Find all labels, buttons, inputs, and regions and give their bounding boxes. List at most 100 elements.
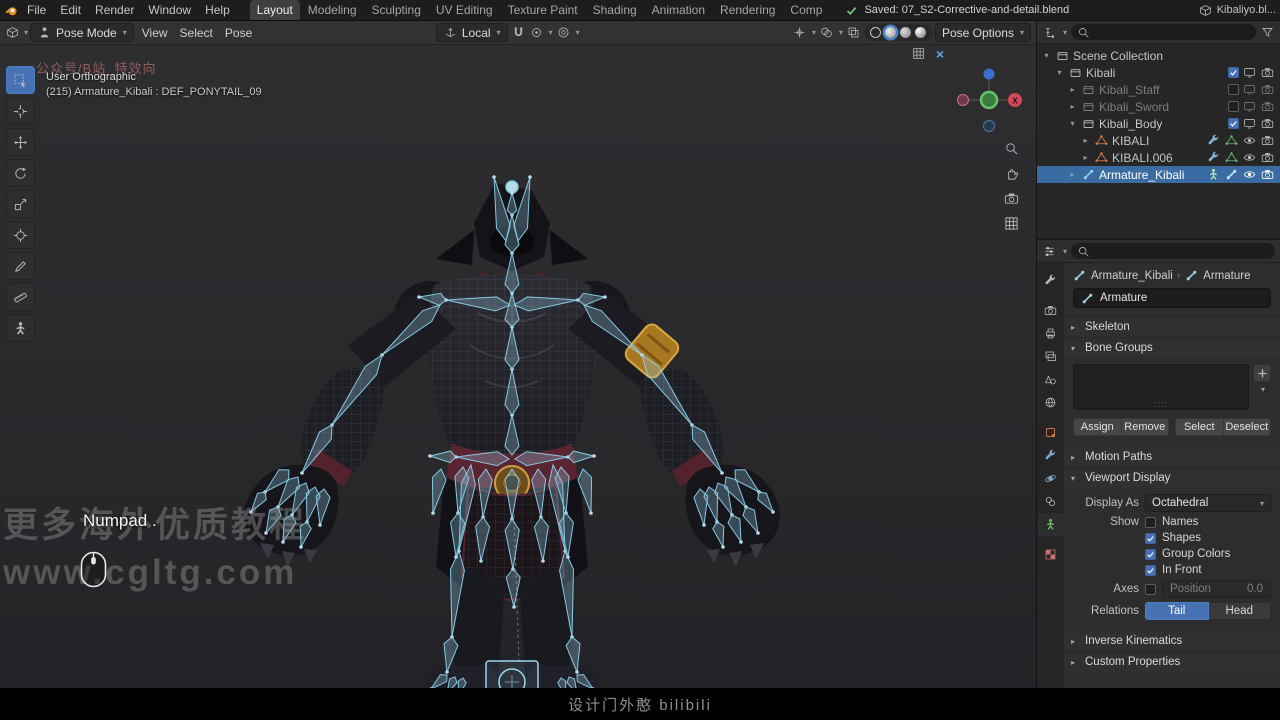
rotate-button[interactable] bbox=[6, 159, 35, 187]
outliner-row-kibali[interactable]: ▸ KIBALI bbox=[1037, 132, 1280, 149]
camera-icon[interactable] bbox=[1260, 99, 1275, 114]
outliner-editor-icon[interactable] bbox=[1042, 25, 1057, 40]
transform-button[interactable] bbox=[6, 221, 35, 249]
menu-help[interactable]: Help bbox=[198, 0, 237, 21]
properties-tab-object[interactable] bbox=[1038, 421, 1064, 444]
exclude-checkbox[interactable] bbox=[1228, 67, 1239, 78]
expand-arrow-icon[interactable]: ▸ bbox=[1067, 85, 1078, 94]
caret-down-icon[interactable]: ▾ bbox=[549, 28, 553, 37]
show-gizmo-icon[interactable] bbox=[792, 25, 807, 40]
specials-menu-icon[interactable]: ▾ bbox=[1261, 385, 1265, 394]
pose-options-dropdown[interactable]: Pose Options ▾ bbox=[934, 23, 1031, 42]
camera-icon[interactable] bbox=[1260, 150, 1275, 165]
caret-down-icon[interactable]: ▾ bbox=[812, 28, 816, 37]
editor-type-icon[interactable] bbox=[5, 25, 20, 40]
panel-inverse-kinematics[interactable]: ▸ Inverse Kinematics bbox=[1064, 630, 1280, 651]
workspace-tab-animation[interactable]: Animation bbox=[645, 0, 712, 20]
cursor-tool-button[interactable] bbox=[6, 97, 35, 125]
collapse-arrow-icon[interactable]: ▾ bbox=[1041, 51, 1052, 60]
expand-arrow-icon[interactable]: ▸ bbox=[1080, 153, 1091, 162]
outliner-row-kibali-sword[interactable]: ▸ Kibali_Sword bbox=[1037, 98, 1280, 115]
select-button[interactable]: Select bbox=[1175, 418, 1224, 436]
proportional-edit-icon[interactable] bbox=[556, 25, 571, 40]
screen-icon[interactable] bbox=[1242, 65, 1257, 80]
eye-icon[interactable] bbox=[1242, 167, 1257, 182]
wireframe-shading-icon[interactable] bbox=[869, 27, 881, 38]
group-colors-checkbox[interactable] bbox=[1145, 548, 1156, 560]
camera-icon[interactable] bbox=[1260, 65, 1275, 80]
collapse-arrow-icon[interactable]: ▾ bbox=[1054, 68, 1065, 77]
deselect-button[interactable]: Deselect bbox=[1223, 418, 1271, 436]
navigation-gizmo[interactable]: X bbox=[954, 65, 1024, 138]
mode-dropdown[interactable]: Pose Mode ▾ bbox=[30, 23, 134, 42]
camera-icon[interactable] bbox=[1260, 133, 1275, 148]
breadcrumb-item[interactable]: Armature_Kibali bbox=[1091, 270, 1173, 282]
menu-edit[interactable]: Edit bbox=[53, 0, 88, 21]
camera-icon[interactable] bbox=[1260, 116, 1275, 131]
properties-tab-tool[interactable] bbox=[1038, 269, 1064, 292]
measure-button[interactable] bbox=[6, 283, 35, 311]
outliner-row-kibali-staff[interactable]: ▸ Kibali_Staff bbox=[1037, 81, 1280, 98]
properties-tab-texture[interactable] bbox=[1038, 543, 1064, 566]
outliner-row-kibali-006[interactable]: ▸ KIBALI.006 bbox=[1037, 149, 1280, 166]
grid-icon[interactable] bbox=[1004, 216, 1019, 231]
camera-icon[interactable] bbox=[1260, 82, 1275, 97]
bone-groups-list[interactable]: :::: bbox=[1073, 364, 1249, 410]
eye-icon[interactable] bbox=[1242, 150, 1257, 165]
material-shading-icon[interactable] bbox=[899, 27, 911, 38]
editor-type-caret-icon[interactable]: ▾ bbox=[24, 28, 28, 37]
zoom-icon[interactable] bbox=[1004, 141, 1019, 156]
armature-overlay[interactable] bbox=[249, 175, 775, 688]
xray-icon[interactable] bbox=[846, 25, 861, 40]
gizmo-z-axis[interactable] bbox=[983, 68, 995, 80]
properties-tab-view-layer[interactable] bbox=[1038, 345, 1064, 368]
axes-position-slider[interactable]: Position 0.0 bbox=[1162, 580, 1271, 598]
overlays-icon[interactable] bbox=[819, 25, 834, 40]
menu-file[interactable]: File bbox=[20, 0, 53, 21]
collapse-arrow-icon[interactable]: ▾ bbox=[1067, 119, 1078, 128]
filter-icon[interactable] bbox=[1260, 25, 1275, 40]
properties-search-input[interactable] bbox=[1071, 243, 1275, 259]
assign-button[interactable]: Assign bbox=[1073, 418, 1122, 436]
annotate-button[interactable] bbox=[6, 252, 35, 280]
panel-bone-groups[interactable]: ▾ Bone Groups bbox=[1064, 337, 1280, 358]
names-checkbox[interactable] bbox=[1145, 516, 1156, 528]
select-box-button[interactable] bbox=[6, 66, 35, 94]
workspace-tab-comp[interactable]: Comp bbox=[783, 0, 829, 20]
menu-window[interactable]: Window bbox=[141, 0, 198, 21]
caret-down-icon[interactable]: ▾ bbox=[1063, 28, 1067, 37]
3d-viewport[interactable]: 公众号/B站_特效向 User Orthographic (215) Armat… bbox=[0, 45, 1036, 688]
properties-tab-physics[interactable] bbox=[1038, 467, 1064, 490]
gizmo-neg-y-axis[interactable] bbox=[957, 94, 969, 106]
in-front-checkbox[interactable] bbox=[1145, 564, 1156, 576]
outliner-row-kibali-body[interactable]: ▾ Kibali_Body bbox=[1037, 115, 1280, 132]
orientation-dropdown[interactable]: Local ▾ bbox=[435, 23, 508, 42]
expand-arrow-icon[interactable]: ▸ bbox=[1067, 170, 1078, 179]
properties-tab-output[interactable] bbox=[1038, 322, 1064, 345]
scale-button[interactable] bbox=[6, 190, 35, 218]
remove-button[interactable]: Remove bbox=[1121, 418, 1169, 436]
outliner-row-armature-kibali[interactable]: ▸ Armature_Kibali bbox=[1037, 166, 1280, 183]
screen-icon[interactable] bbox=[1242, 99, 1257, 114]
properties-editor-icon[interactable] bbox=[1042, 244, 1057, 259]
screen-icon[interactable] bbox=[1242, 116, 1257, 131]
outliner-row-kibali[interactable]: ▾ Kibali bbox=[1037, 64, 1280, 81]
xray-toggle-icon[interactable]: × bbox=[936, 47, 944, 61]
properties-tab-constraint[interactable] bbox=[1038, 490, 1064, 513]
eye-icon[interactable] bbox=[1242, 133, 1257, 148]
hand-icon[interactable] bbox=[1004, 166, 1019, 181]
caret-down-icon[interactable]: ▾ bbox=[839, 28, 843, 37]
tail-toggle[interactable]: Tail bbox=[1145, 602, 1209, 620]
workspace-tab-layout[interactable]: Layout bbox=[249, 0, 300, 20]
screen-icon[interactable] bbox=[1242, 82, 1257, 97]
workspace-tab-modeling[interactable]: Modeling bbox=[301, 0, 364, 20]
panel-skeleton[interactable]: ▸ Skeleton bbox=[1064, 316, 1280, 337]
workspace-tab-shading[interactable]: Shading bbox=[586, 0, 644, 20]
expand-arrow-icon[interactable]: ▸ bbox=[1067, 102, 1078, 111]
viewport-menu-select[interactable]: Select bbox=[174, 21, 219, 45]
gizmo-y-axis[interactable] bbox=[979, 90, 999, 110]
breadcrumb-item[interactable]: Armature bbox=[1203, 270, 1250, 282]
shapes-checkbox[interactable] bbox=[1145, 532, 1156, 544]
camera-icon[interactable] bbox=[1004, 191, 1019, 206]
resize-grip-icon[interactable]: :::: bbox=[1155, 400, 1168, 409]
